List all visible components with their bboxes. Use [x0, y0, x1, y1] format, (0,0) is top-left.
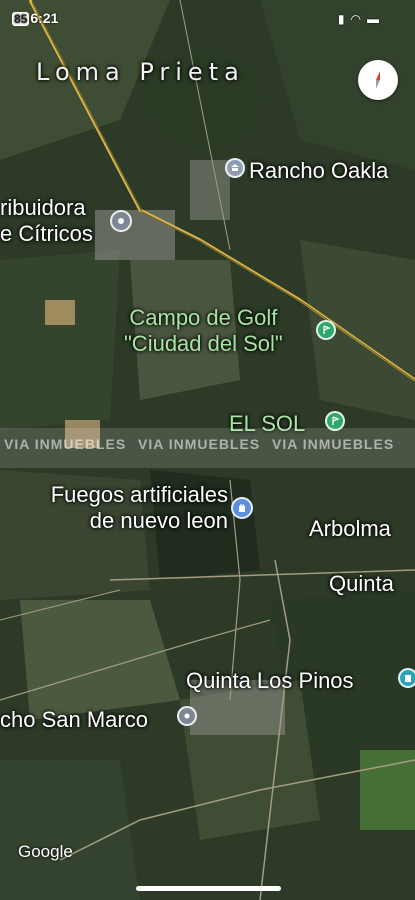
place-fuegos-line2: de nuevo leon	[89, 508, 228, 533]
place-fuegos-line1: Fuegos artificiales	[50, 482, 228, 507]
place-arbolma[interactable]: Arbolma	[309, 516, 391, 542]
shopping-bag-icon[interactable]	[231, 497, 253, 519]
battery-icon: ▬	[367, 12, 385, 26]
location-pin-icon[interactable]	[177, 706, 197, 726]
watermark-text: VIA INMUEBLES	[272, 436, 395, 452]
locality-label: Loma Prieta	[36, 58, 245, 86]
home-indicator[interactable]	[136, 886, 281, 891]
watermark-text: VIA INMUEBLES	[138, 436, 261, 452]
clock: 6:21	[30, 10, 59, 26]
place-distribuidora-line2: e Cítricos	[0, 221, 93, 246]
place-campo-de-golf[interactable]: Campo de Golf "Ciudad del Sol"	[124, 305, 283, 357]
place-golf-line2: "Ciudad del Sol"	[124, 331, 283, 356]
place-golf-line1: Campo de Golf	[129, 305, 278, 330]
museum-icon[interactable]	[225, 158, 245, 178]
signal-icon: ▮	[337, 12, 351, 26]
place-quinta-los-pinos[interactable]: Quinta Los Pinos	[186, 668, 354, 694]
building-icon[interactable]	[398, 668, 415, 688]
place-distribuidora[interactable]: ribuidora e Cítricos	[0, 195, 93, 247]
route-shield: 85	[12, 12, 30, 26]
compass-icon	[376, 71, 380, 89]
status-bar-time: 85 6:21	[12, 10, 58, 26]
golf-icon[interactable]	[316, 320, 336, 340]
watermark-text: VIA INMUEBLES	[4, 436, 127, 452]
place-fuegos-artificiales[interactable]: Fuegos artificiales de nuevo leon	[0, 482, 228, 534]
place-distribuidora-line1: ribuidora	[0, 195, 86, 220]
map-view[interactable]: 85 6:21 ▮◠▬ Loma Prieta Rancho Oakla ribu…	[0, 0, 415, 900]
place-rancho-oakla[interactable]: Rancho Oakla	[249, 158, 388, 184]
listing-watermark: VIA INMUEBLES VIA INMUEBLES VIA INMUEBLE…	[0, 428, 415, 468]
place-rancho-san-marco[interactable]: cho San Marco	[0, 707, 148, 733]
google-attribution: Google	[18, 842, 73, 861]
compass-button[interactable]	[358, 60, 398, 100]
wifi-icon: ◠	[350, 12, 367, 26]
shopping-icon[interactable]	[110, 210, 132, 232]
place-quinta[interactable]: Quinta	[329, 571, 394, 597]
status-bar-icons: ▮◠▬	[338, 12, 385, 26]
